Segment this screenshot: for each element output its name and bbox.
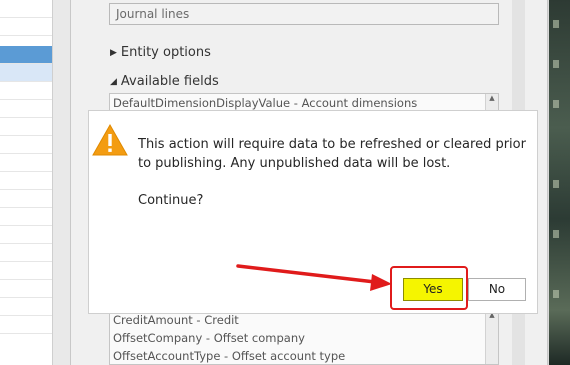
annotation-arrow bbox=[236, 264, 392, 291]
